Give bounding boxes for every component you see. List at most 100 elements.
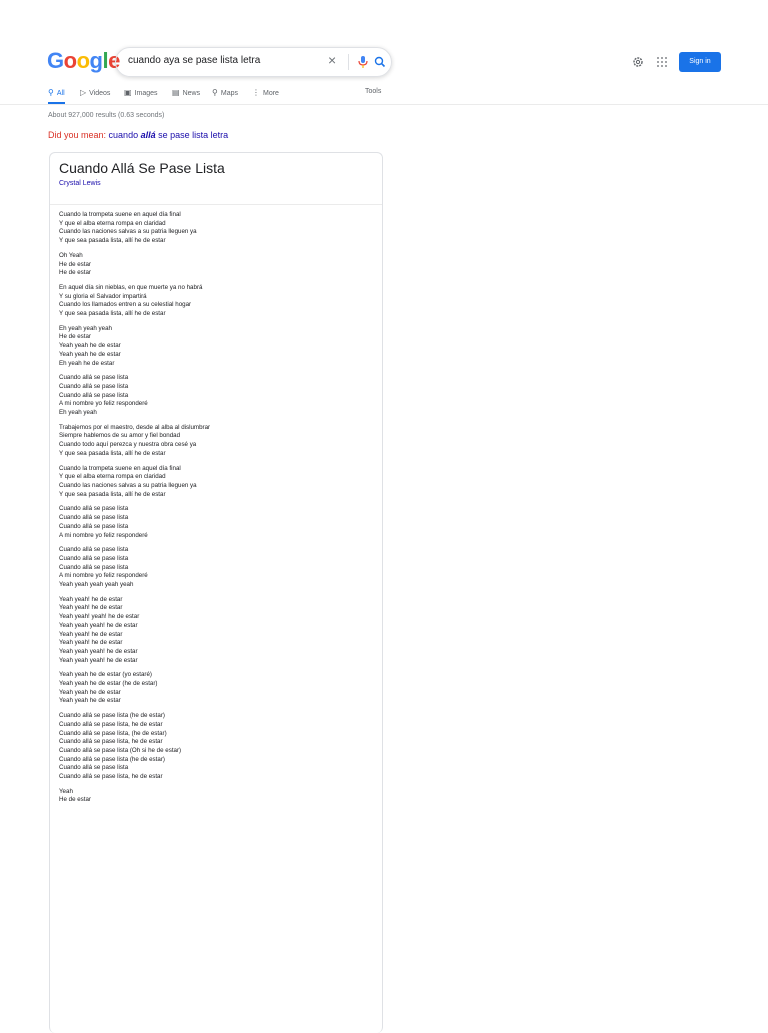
lyrics-stanza: Yeah yeah he de estar (yo estaré) Yeah ye… bbox=[59, 671, 210, 706]
lyrics-line: Y que sea pasada lista, allí he de estar bbox=[59, 490, 166, 498]
lyrics-line: Cuando allá se pase lista, he de estar bbox=[59, 773, 163, 781]
lyrics-line: Yeah yeah he de estar bbox=[59, 342, 121, 350]
lyrics-line: Yeah yeah! yeah! he de estar bbox=[59, 613, 140, 621]
lyrics-stanza: Cuando allá se pase lista Cuando allá se … bbox=[59, 546, 210, 590]
lyrics-line: Cuando allá se pase lista bbox=[59, 522, 129, 530]
tab-images[interactable]: ▣ Images bbox=[124, 88, 158, 97]
search-icon: ⚲ bbox=[48, 88, 54, 97]
lyrics-line: Y que sea pasada lista, allí he de estar bbox=[59, 237, 166, 245]
lyrics-stanza: Cuando la trompeta suene en aquel día fi… bbox=[59, 465, 210, 500]
tab-maps[interactable]: ⚲ Maps bbox=[212, 88, 238, 97]
lyrics-line: Cuando las naciones salvas a su patria l… bbox=[59, 481, 197, 489]
tab-more[interactable]: ⋮ More bbox=[252, 88, 279, 97]
lyrics-line: Y que sea pasada lista, allí he de estar bbox=[59, 449, 166, 457]
lyrics-line: Yeah yeah yeah! he de estar bbox=[59, 621, 138, 629]
lyrics-stanza: Cuando la trompeta suene en aquel día fi… bbox=[59, 211, 210, 246]
lyrics-line: En aquel día sin nieblas, en que muerte … bbox=[59, 283, 203, 291]
lyrics-line: Cuando allá se pase lista (he de estar) bbox=[59, 755, 165, 763]
lyrics-line: Y que el alba eterna rompa en claridad bbox=[59, 473, 166, 481]
lyrics-stanza: Cuando allá se pase lista (he de estar) C… bbox=[59, 712, 210, 782]
lyrics-line: Yeah yeah yeah! he de estar bbox=[59, 656, 138, 664]
logo-letter: g bbox=[89, 48, 103, 73]
lyrics-line: Cuando los llamados entren a su celestia… bbox=[59, 301, 192, 309]
lyrics-line: Cuando allá se pase lista, he de estar bbox=[59, 738, 163, 746]
map-pin-icon: ⚲ bbox=[212, 88, 218, 97]
lyrics-line: Yeah yeah he de estar (yo estaré) bbox=[59, 671, 152, 679]
lyrics-line: Y que el alba eterna rompa en claridad bbox=[59, 219, 166, 227]
gear-icon[interactable] bbox=[632, 56, 644, 68]
tab-news[interactable]: ▤ News bbox=[172, 88, 200, 97]
lyrics-line: He de estar bbox=[59, 260, 91, 268]
lyrics-line: Cuando todo aquí perezca y nuestra obra … bbox=[59, 441, 197, 449]
lyrics-line: Cuando allá se pase lista (Oh si he de e… bbox=[59, 746, 182, 754]
lyrics-line: Yeah yeah! he de estar bbox=[59, 639, 123, 647]
lyrics-line: Eh yeah he de estar bbox=[59, 359, 115, 367]
lyrics-line: Yeah yeah he de estar bbox=[59, 697, 121, 705]
lyrics-line: Cuando allá se pase lista bbox=[59, 391, 129, 399]
lyrics-stanza: En aquel día sin nieblas, en que muerte … bbox=[59, 284, 210, 319]
apps-grid-icon[interactable] bbox=[656, 56, 668, 68]
lyrics-line: Y que sea pasada lista, allí he de estar bbox=[59, 310, 166, 318]
news-icon: ▤ bbox=[172, 88, 180, 97]
tools-button[interactable]: Tools bbox=[365, 88, 381, 95]
results-stats: About 927,000 results (0.63 seconds) bbox=[48, 112, 165, 119]
lyrics-stanza: Cuando allá se pase lista Cuando allá se … bbox=[59, 505, 210, 540]
lyrics-card: Cuando Allá Se Pase Lista Crystal Lewis … bbox=[49, 152, 383, 1033]
lyrics-line: Cuando las naciones salvas a su patria l… bbox=[59, 228, 197, 236]
lyrics-stanza: Cuando allá se pase lista Cuando allá se … bbox=[59, 374, 210, 418]
lyrics-line: Eh yeah yeah bbox=[59, 409, 97, 417]
clear-icon[interactable]: × bbox=[328, 53, 336, 67]
lyrics-stanza: Trabajemos por el maestro, desde al alba… bbox=[59, 424, 210, 459]
lyrics-line: Yeah yeah! he de estar bbox=[59, 604, 123, 612]
did-you-mean: Did you mean: cuando allá se pase lista … bbox=[48, 130, 229, 140]
video-icon: ▷ bbox=[80, 88, 87, 97]
lyrics-stanza: Eh yeah yeah yeah He de estar Yeah yeah he… bbox=[59, 325, 210, 369]
song-title: Cuando Allá Se Pase Lista bbox=[59, 160, 225, 176]
lyrics-line: Yeah yeah! he de estar bbox=[59, 630, 123, 638]
lyrics-line: Yeah yeah he de estar bbox=[59, 350, 121, 358]
lyrics-line: Cuando allá se pase lista bbox=[59, 382, 129, 390]
lyrics-line: Cuando allá se pase lista bbox=[59, 505, 129, 513]
artist-link[interactable]: Crystal Lewis bbox=[59, 180, 101, 187]
lyrics-line: Trabajemos por el maestro, desde al alba… bbox=[59, 423, 211, 431]
lyrics-stanza: Oh Yeah He de estar He de estar bbox=[59, 252, 210, 278]
lyrics-line: Cuando la trompeta suene en aquel día fi… bbox=[59, 464, 181, 472]
tab-videos[interactable]: ▷ Videos bbox=[80, 88, 110, 97]
lyrics-line: Eh yeah yeah yeah bbox=[59, 324, 112, 332]
logo-letter: G bbox=[47, 48, 64, 73]
lyrics-line: Yeah bbox=[59, 787, 73, 795]
lyrics-line: He de estar bbox=[59, 796, 91, 804]
lyrics-line: Siempre hablemos de su amor y fiel bonda… bbox=[59, 432, 181, 440]
lyrics-line: Cuando allá se pase lista bbox=[59, 563, 129, 571]
lyrics-line: Y su gloria el Salvador impartirá bbox=[59, 292, 147, 300]
tab-all[interactable]: ⚲ All bbox=[48, 88, 65, 104]
header: Google cuando aya se pase lista letra × … bbox=[0, 0, 768, 105]
search-box[interactable]: cuando aya se pase lista letra × bbox=[115, 47, 392, 77]
lyrics-line: Oh Yeah bbox=[59, 251, 83, 259]
microphone-icon[interactable] bbox=[356, 53, 370, 71]
lyrics-line: Yeah yeah yeah! he de estar bbox=[59, 647, 138, 655]
lyrics-line: He de estar bbox=[59, 333, 91, 341]
did-you-mean-link[interactable]: cuando allá se pase lista letra bbox=[109, 130, 229, 140]
lyrics-line: Yeah yeah! he de estar bbox=[59, 595, 123, 603]
lyrics-line: Yeah yeah he de estar bbox=[59, 688, 121, 696]
google-logo[interactable]: Google bbox=[47, 50, 120, 72]
lyrics-line: A mi nombre yo feliz responderé bbox=[59, 400, 148, 408]
lyrics-line: Cuando allá se pase lista bbox=[59, 374, 129, 382]
search-input[interactable]: cuando aya se pase lista letra bbox=[128, 55, 260, 66]
lyrics-body: Cuando la trompeta suene en aquel día fi… bbox=[59, 211, 210, 811]
lyrics-line: He de estar bbox=[59, 269, 91, 277]
lyrics-line: Cuando allá se pase lista (he de estar) bbox=[59, 712, 165, 720]
lyrics-stanza: Yeah yeah! he de estar Yeah yeah! he de e… bbox=[59, 596, 210, 666]
lyrics-stanza: Yeah He de estar bbox=[59, 788, 210, 805]
lyrics-line: Cuando allá se pase lista bbox=[59, 546, 129, 554]
lyrics-line: Cuando allá se pase lista bbox=[59, 554, 129, 562]
lyrics-line: Yeah yeah he de estar (he de estar) bbox=[59, 680, 158, 688]
sign-in-button[interactable]: Sign in bbox=[679, 52, 721, 72]
lyrics-line: Cuando allá se pase lista bbox=[59, 764, 129, 772]
search-icon[interactable] bbox=[373, 53, 387, 71]
lyrics-line: Yeah yeah yeah yeah yeah bbox=[59, 581, 134, 589]
divider bbox=[50, 204, 382, 205]
lyrics-line: A mi nombre yo feliz responderé bbox=[59, 572, 148, 580]
logo-letter: o bbox=[63, 48, 77, 73]
